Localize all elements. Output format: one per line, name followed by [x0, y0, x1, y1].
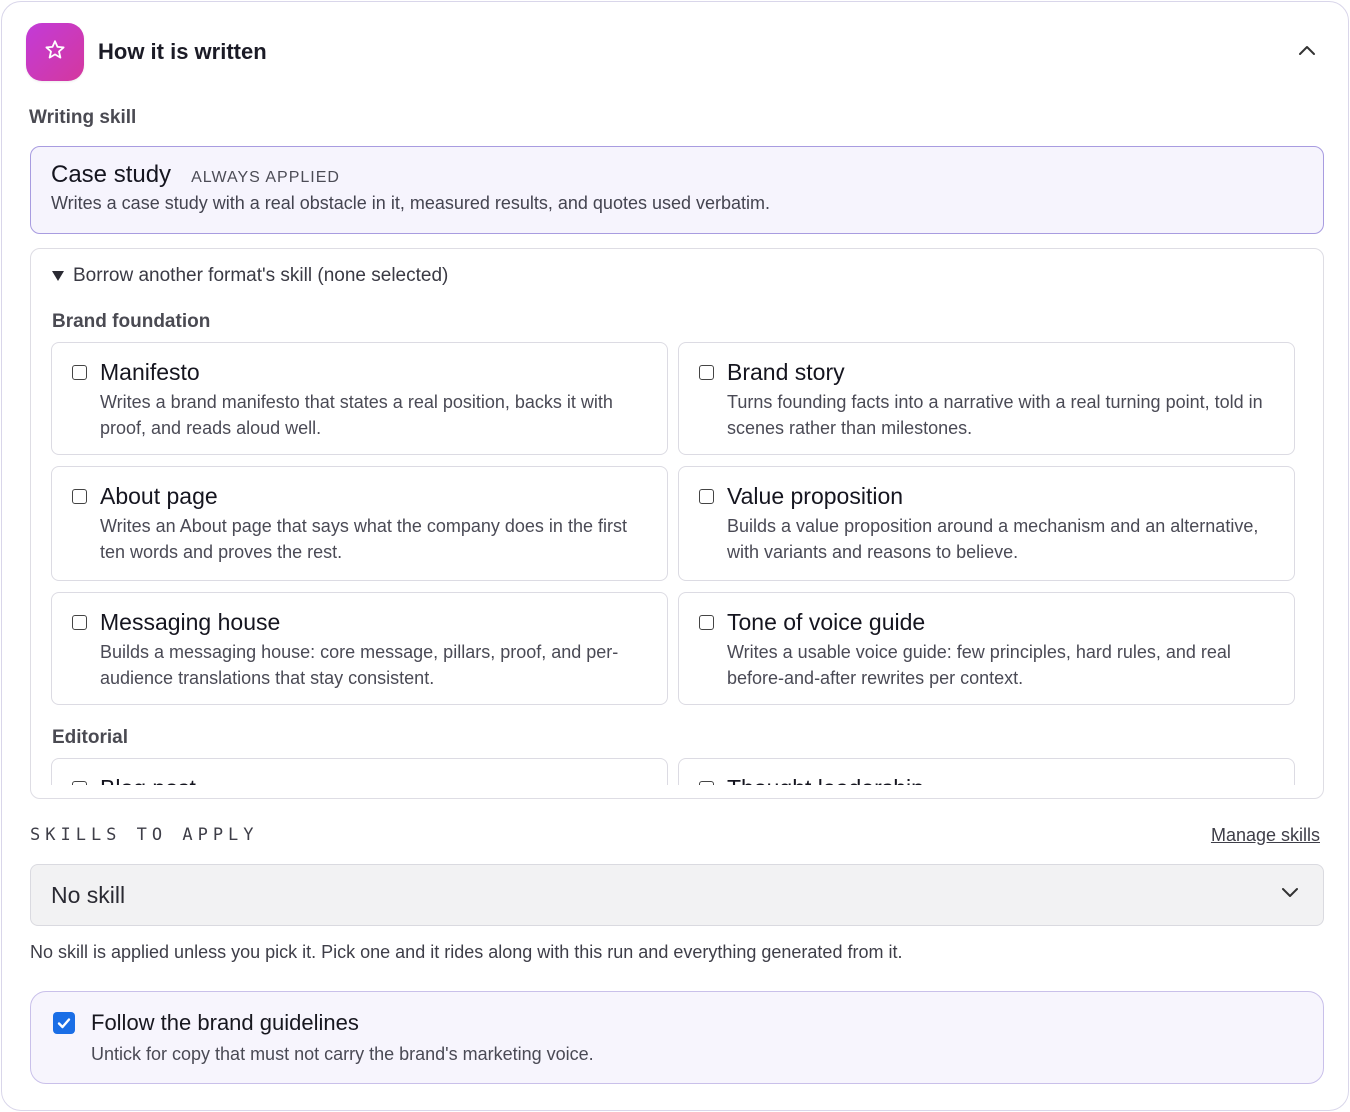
skill-card-value-proposition[interactable]: Value proposition Builds a value proposi… — [678, 466, 1295, 581]
skill-title: Blog post — [100, 775, 196, 785]
skill-select-value: No skill — [51, 881, 126, 908]
how-it-is-written-panel: How it is written Writing skill Case stu… — [1, 1, 1349, 1111]
skill-card-messaging-house[interactable]: Messaging house Builds a messaging house… — [51, 592, 668, 705]
panel-header: How it is written — [26, 23, 1324, 81]
chevron-up-icon — [1298, 43, 1316, 61]
skill-checkbox[interactable] — [72, 365, 87, 380]
skill-checkbox[interactable] — [699, 781, 714, 785]
applied-skill-card: Case study ALWAYS APPLIED Writes a case … — [30, 146, 1324, 234]
brand-guidelines-description: Untick for copy that must not carry the … — [91, 1044, 594, 1064]
skill-card-about-page[interactable]: About page Writes an About page that say… — [51, 466, 668, 581]
skill-description: Writes a brand manifesto that states a r… — [100, 392, 613, 438]
skills-to-apply-label: SKILLS TO APPLY — [30, 825, 259, 845]
skill-description: Builds a messaging house: core message, … — [100, 642, 619, 688]
borrow-skill-scroll-area[interactable]: Borrow another format's skill (none sele… — [31, 249, 1323, 785]
chevron-down-icon — [1281, 885, 1299, 903]
skill-description: Writes a usable voice guide: few princip… — [727, 642, 1231, 688]
skill-checkbox[interactable] — [699, 365, 714, 380]
panel-title: How it is written — [98, 39, 267, 64]
skill-title: Value proposition — [727, 483, 904, 509]
star-icon — [43, 38, 67, 67]
skill-help-text: No skill is applied unless you pick it. … — [30, 942, 903, 962]
brand-guidelines-checkbox[interactable] — [53, 1012, 75, 1034]
skill-card-thought-leadership[interactable]: Thought leadership — [678, 758, 1295, 785]
skill-card-manifesto[interactable]: Manifesto Writes a brand manifesto that … — [51, 342, 668, 455]
skill-checkbox[interactable] — [72, 615, 87, 630]
skill-title: Tone of voice guide — [727, 609, 926, 635]
group-label-brand-foundation: Brand foundation — [52, 311, 211, 332]
skill-checkbox[interactable] — [72, 781, 87, 785]
applied-skill-description: Writes a case study with a real obstacle… — [51, 193, 771, 213]
skill-description: Builds a value proposition around a mech… — [727, 516, 1259, 562]
skill-description: Turns founding facts into a narrative wi… — [727, 392, 1263, 438]
skill-card-blog-post[interactable]: Blog post — [51, 758, 668, 785]
skill-title: Brand story — [727, 359, 845, 385]
skill-checkbox[interactable] — [699, 489, 714, 504]
applied-skill-title: Case study — [51, 161, 172, 188]
skill-description: Writes an About page that says what the … — [100, 516, 627, 562]
manage-skills-link[interactable]: Manage skills — [1211, 825, 1320, 846]
borrow-skill-toggle[interactable]: Borrow another format's skill (none sele… — [52, 265, 448, 287]
skill-checkbox[interactable] — [72, 489, 87, 504]
skill-title: Manifesto — [100, 359, 200, 385]
brand-guidelines-title: Follow the brand guidelines — [91, 1010, 359, 1035]
skill-title: Messaging house — [100, 609, 281, 635]
collapse-button[interactable] — [1296, 41, 1318, 63]
skill-title: Thought leadership — [727, 775, 924, 785]
group-label-editorial: Editorial — [52, 727, 129, 748]
section-logo — [26, 23, 84, 81]
brand-guidelines-card: Follow the brand guidelines Untick for c… — [30, 991, 1324, 1084]
skill-card-brand-story[interactable]: Brand story Turns founding facts into a … — [678, 342, 1295, 455]
skill-checkbox[interactable] — [699, 615, 714, 630]
borrow-skill-summary: Borrow another format's skill (none sele… — [73, 265, 449, 286]
borrow-skill-details: Borrow another format's skill (none sele… — [30, 248, 1324, 799]
writing-skill-label: Writing skill — [29, 107, 137, 128]
disclosure-triangle-icon — [52, 271, 64, 281]
skill-title: About page — [100, 483, 218, 509]
skill-card-tone-of-voice-guide[interactable]: Tone of voice guide Writes a usable voic… — [678, 592, 1295, 705]
skill-select[interactable]: No skill — [30, 864, 1324, 926]
always-applied-badge: ALWAYS APPLIED — [191, 169, 340, 186]
